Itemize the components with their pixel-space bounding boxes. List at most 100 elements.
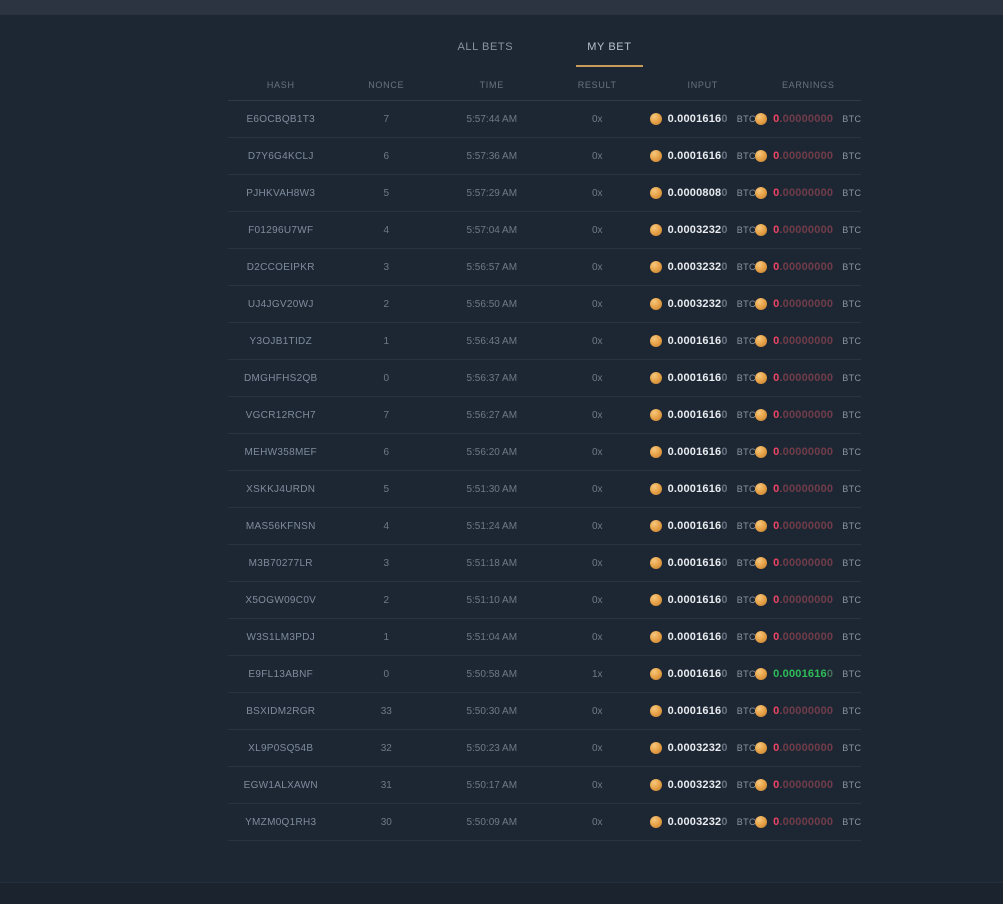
- bet-hash[interactable]: E6OCBQB1T3: [228, 114, 334, 125]
- bet-hash[interactable]: MAS56KFNSN: [228, 521, 334, 532]
- tab-my-bet[interactable]: MY BET: [576, 37, 642, 67]
- bet-time: 5:56:43 AM: [439, 336, 545, 347]
- bet-hash[interactable]: W3S1LM3PDJ: [228, 632, 334, 643]
- bet-hash[interactable]: D7Y6G4KCLJ: [228, 151, 334, 162]
- input-currency-label: BTC: [737, 780, 756, 790]
- bet-input: 0.00016160 BTC: [650, 520, 756, 532]
- btc-coin-icon: [755, 557, 767, 569]
- bet-hash[interactable]: BSXIDM2RGR: [228, 706, 334, 717]
- bet-nonce: 0: [334, 669, 440, 680]
- btc-coin-icon: [755, 335, 767, 347]
- bet-earnings: 0.00000000 BTC: [756, 520, 862, 532]
- bets-panel: ALL BETS MY BET HASH NONCE TIME RESULT I…: [228, 15, 861, 841]
- bet-time: 5:51:04 AM: [439, 632, 545, 643]
- bet-hash[interactable]: YMZM0Q1RH3: [228, 817, 334, 828]
- bet-input: 0.00032320 BTC: [650, 298, 756, 310]
- bet-input: 0.00016160 BTC: [650, 335, 756, 347]
- bet-nonce: 2: [334, 299, 440, 310]
- earnings-currency-label: BTC: [842, 410, 861, 420]
- table-row[interactable]: E9FL13ABNF 0 5:50:58 AM 1x 0.00016160 BT…: [228, 656, 861, 693]
- input-amount: 0.00016160: [668, 335, 728, 347]
- table-row[interactable]: X5OGW09C0V 2 5:51:10 AM 0x 0.00016160 BT…: [228, 582, 861, 619]
- btc-coin-icon: [755, 742, 767, 754]
- input-currency-label: BTC: [737, 743, 756, 753]
- tab-all-bets[interactable]: ALL BETS: [446, 37, 524, 67]
- table-row[interactable]: VGCR12RCH7 7 5:56:27 AM 0x 0.00016160 BT…: [228, 397, 861, 434]
- earnings-currency-label: BTC: [842, 669, 861, 679]
- bet-nonce: 1: [334, 632, 440, 643]
- btc-coin-icon: [650, 816, 662, 828]
- btc-coin-icon: [755, 594, 767, 606]
- table-row[interactable]: MEHW358MEF 6 5:56:20 AM 0x 0.00016160 BT…: [228, 434, 861, 471]
- table-row[interactable]: PJHKVAH8W3 5 5:57:29 AM 0x 0.00008080 BT…: [228, 175, 861, 212]
- bet-result: 0x: [545, 521, 651, 532]
- table-row[interactable]: D7Y6G4KCLJ 6 5:57:36 AM 0x 0.00016160 BT…: [228, 138, 861, 175]
- bet-time: 5:50:30 AM: [439, 706, 545, 717]
- table-row[interactable]: MAS56KFNSN 4 5:51:24 AM 0x 0.00016160 BT…: [228, 508, 861, 545]
- table-row[interactable]: UJ4JGV20WJ 2 5:56:50 AM 0x 0.00032320 BT…: [228, 286, 861, 323]
- table-row[interactable]: W3S1LM3PDJ 1 5:51:04 AM 0x 0.00016160 BT…: [228, 619, 861, 656]
- bet-hash[interactable]: Y3OJB1TIDZ: [228, 336, 334, 347]
- earnings-currency-label: BTC: [842, 595, 861, 605]
- bet-hash[interactable]: PJHKVAH8W3: [228, 188, 334, 199]
- bet-hash[interactable]: DMGHFHS2QB: [228, 373, 334, 384]
- btc-coin-icon: [755, 409, 767, 421]
- bet-hash[interactable]: MEHW358MEF: [228, 447, 334, 458]
- bet-earnings: 0.00000000 BTC: [756, 705, 862, 717]
- bet-earnings: 0.00000000 BTC: [756, 816, 862, 828]
- bet-hash[interactable]: F01296U7WF: [228, 225, 334, 236]
- table-row[interactable]: M3B70277LR 3 5:51:18 AM 0x 0.00016160 BT…: [228, 545, 861, 582]
- table-row[interactable]: F01296U7WF 4 5:57:04 AM 0x 0.00032320 BT…: [228, 212, 861, 249]
- bet-hash[interactable]: VGCR12RCH7: [228, 410, 334, 421]
- input-amount: 0.00016160: [668, 483, 728, 495]
- table-row[interactable]: BSXIDM2RGR 33 5:50:30 AM 0x 0.00016160 B…: [228, 693, 861, 730]
- table-row[interactable]: XSKKJ4URDN 5 5:51:30 AM 0x 0.00016160 BT…: [228, 471, 861, 508]
- bet-time: 5:56:27 AM: [439, 410, 545, 421]
- input-amount: 0.00016160: [668, 409, 728, 421]
- bet-result: 0x: [545, 780, 651, 791]
- bet-result: 0x: [545, 262, 651, 273]
- column-header-hash: HASH: [228, 80, 334, 90]
- input-currency-label: BTC: [737, 262, 756, 272]
- earnings-amount: 0.00000000: [773, 483, 833, 495]
- bet-result: 0x: [545, 114, 651, 125]
- bet-result: 0x: [545, 373, 651, 384]
- bet-hash[interactable]: XL9P0SQ54B: [228, 743, 334, 754]
- btc-coin-icon: [755, 150, 767, 162]
- earnings-amount: 0.00000000: [773, 816, 833, 828]
- earnings-amount: 0.00000000: [773, 298, 833, 310]
- input-currency-label: BTC: [737, 114, 756, 124]
- bet-hash[interactable]: XSKKJ4URDN: [228, 484, 334, 495]
- bet-hash[interactable]: X5OGW09C0V: [228, 595, 334, 606]
- input-amount: 0.00016160: [668, 446, 728, 458]
- input-amount: 0.00016160: [668, 150, 728, 162]
- earnings-currency-label: BTC: [842, 447, 861, 457]
- bet-time: 5:50:23 AM: [439, 743, 545, 754]
- table-row[interactable]: YMZM0Q1RH3 30 5:50:09 AM 0x 0.00032320 B…: [228, 804, 861, 841]
- bet-hash[interactable]: E9FL13ABNF: [228, 669, 334, 680]
- btc-coin-icon: [755, 224, 767, 236]
- footer-bar: [0, 882, 1003, 904]
- bet-earnings: 0.00000000 BTC: [756, 113, 862, 125]
- btc-coin-icon: [755, 631, 767, 643]
- table-row[interactable]: XL9P0SQ54B 32 5:50:23 AM 0x 0.00032320 B…: [228, 730, 861, 767]
- btc-coin-icon: [650, 742, 662, 754]
- table-row[interactable]: EGW1ALXAWN 31 5:50:17 AM 0x 0.00032320 B…: [228, 767, 861, 804]
- bet-input: 0.00016160 BTC: [650, 409, 756, 421]
- bet-input: 0.00016160 BTC: [650, 113, 756, 125]
- bet-earnings: 0.00000000 BTC: [756, 372, 862, 384]
- table-row[interactable]: Y3OJB1TIDZ 1 5:56:43 AM 0x 0.00016160 BT…: [228, 323, 861, 360]
- input-amount: 0.00032320: [668, 224, 728, 236]
- earnings-currency-label: BTC: [842, 817, 861, 827]
- bet-hash[interactable]: UJ4JGV20WJ: [228, 299, 334, 310]
- bet-hash[interactable]: D2CCOEIPKR: [228, 262, 334, 273]
- table-row[interactable]: D2CCOEIPKR 3 5:56:57 AM 0x 0.00032320 BT…: [228, 249, 861, 286]
- bet-hash[interactable]: M3B70277LR: [228, 558, 334, 569]
- bet-hash[interactable]: EGW1ALXAWN: [228, 780, 334, 791]
- table-row[interactable]: E6OCBQB1T3 7 5:57:44 AM 0x 0.00016160 BT…: [228, 101, 861, 138]
- table-row[interactable]: DMGHFHS2QB 0 5:56:37 AM 0x 0.00016160 BT…: [228, 360, 861, 397]
- column-header-result: RESULT: [545, 80, 651, 90]
- earnings-amount: 0.00000000: [773, 742, 833, 754]
- bet-input: 0.00016160 BTC: [650, 631, 756, 643]
- input-currency-label: BTC: [737, 817, 756, 827]
